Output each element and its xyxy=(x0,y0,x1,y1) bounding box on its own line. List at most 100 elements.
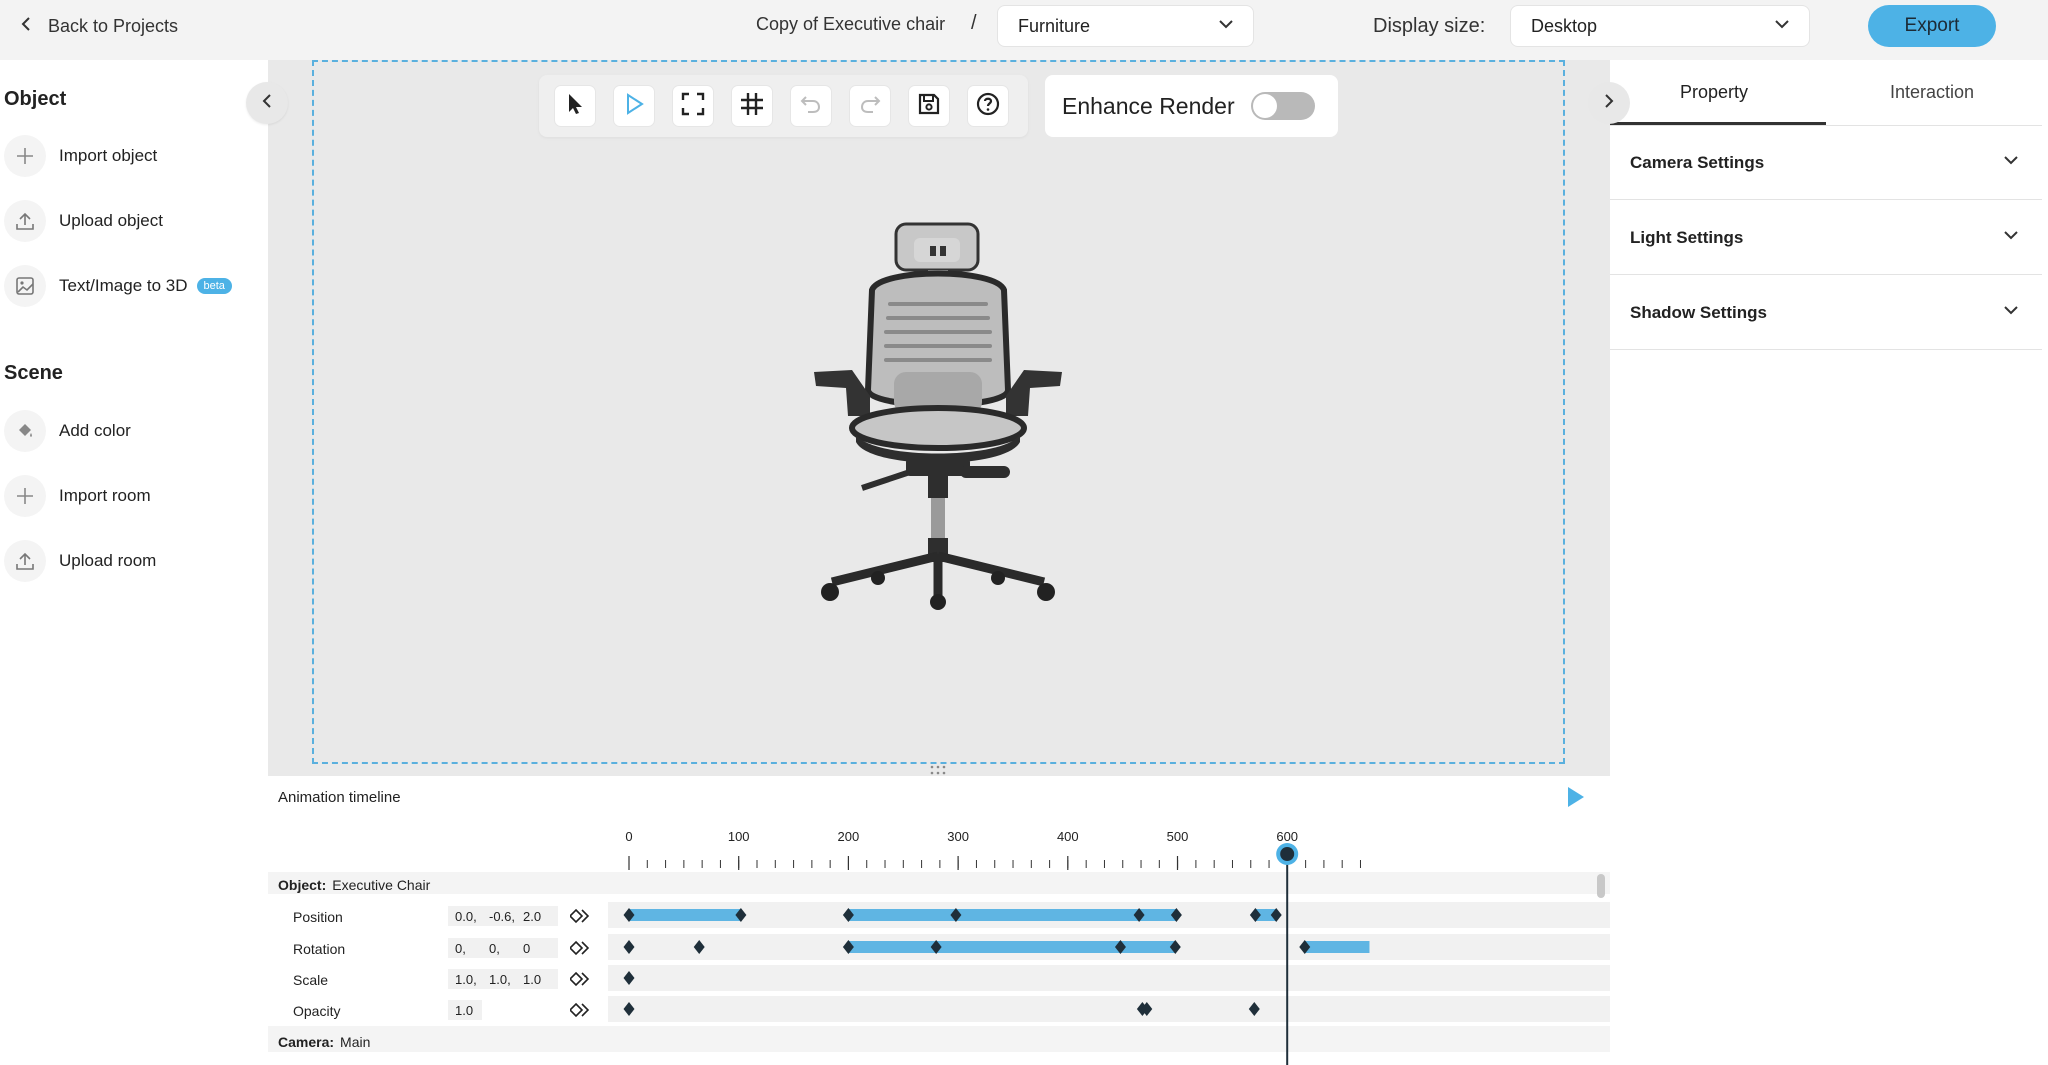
import-object-button[interactable]: Import object xyxy=(4,134,264,178)
rotation-y: 0, xyxy=(489,940,500,956)
undo-tool-button[interactable] xyxy=(790,85,832,127)
grid-icon xyxy=(739,91,765,122)
image-icon xyxy=(4,265,46,307)
opacity-keyframe-button[interactable] xyxy=(568,1002,592,1018)
scale-values[interactable]: 1.0, 1.0, 1.0 xyxy=(448,969,558,989)
ruler-tick-label: 400 xyxy=(1057,829,1079,844)
playhead-handle xyxy=(1280,847,1295,861)
ruler-tick-label: 300 xyxy=(947,829,969,844)
camera-group-label: Camera: Main xyxy=(278,1034,370,1050)
ruler-tick-label: 600 xyxy=(1276,829,1298,844)
back-label: Back to Projects xyxy=(48,15,179,36)
top-bar: Back to Projects Copy of Executive chair… xyxy=(0,0,2048,60)
fullscreen-icon xyxy=(680,91,706,122)
display-size-value: Desktop xyxy=(1531,15,1598,36)
play-tool-button[interactable] xyxy=(613,85,655,127)
select-tool-button[interactable] xyxy=(554,85,596,127)
left-sidebar: Object Import object Upload object Text/… xyxy=(0,60,268,1065)
expand-panel-button[interactable] xyxy=(1588,82,1630,124)
chair-3d-model[interactable] xyxy=(810,220,1066,610)
animation-timeline: 0 100 200 300 400 500 600 Animation timeline O… xyxy=(268,776,1610,1065)
timeline-play-button[interactable] xyxy=(1560,782,1590,812)
enhance-render-toggle[interactable] xyxy=(1250,92,1315,120)
add-color-button[interactable]: Add color xyxy=(4,409,264,453)
track-row-gap xyxy=(608,960,1610,963)
upload-object-button[interactable]: Upload object xyxy=(4,199,264,243)
chevron-down-icon xyxy=(2002,301,2020,324)
opacity-values[interactable]: 1.0 xyxy=(448,1000,482,1020)
keyframe-bar xyxy=(629,909,741,921)
category-select[interactable]: Furniture xyxy=(997,5,1254,47)
rotation-z: 0 xyxy=(523,940,531,956)
redo-tool-button[interactable] xyxy=(849,85,891,127)
tab-interaction[interactable]: Interaction xyxy=(1890,82,1974,103)
canvas-resize-handle[interactable] xyxy=(928,764,948,776)
scale-keyframe-button[interactable] xyxy=(568,971,592,987)
text-image-to-3d-button[interactable]: Text/Image to 3D beta xyxy=(4,264,264,308)
chevron-right-icon xyxy=(1601,93,1617,114)
fullscreen-tool-button[interactable] xyxy=(672,85,714,127)
scale-track-label: Scale xyxy=(293,972,329,988)
keyframe-icon xyxy=(568,971,590,987)
ruler-tick-label: 200 xyxy=(838,829,860,844)
camera-settings-section[interactable]: Camera Settings xyxy=(1610,126,2042,200)
scale-x: 1.0, xyxy=(455,971,477,987)
rotation-keyframe-button[interactable] xyxy=(568,940,592,956)
position-keyframe-button[interactable] xyxy=(568,908,592,924)
upload-object-label: Upload object xyxy=(59,211,163,230)
upload-room-label: Upload room xyxy=(59,551,157,570)
camera-group-name: Main xyxy=(340,1034,371,1050)
keyframe-bar xyxy=(848,909,1177,921)
import-room-button[interactable]: Import room xyxy=(4,474,264,518)
object-group-row xyxy=(268,872,1610,894)
paint-bucket-icon xyxy=(4,410,46,452)
tab-property[interactable]: Property xyxy=(1680,82,1748,103)
camera-settings-title: Camera Settings xyxy=(1630,152,1765,172)
chevron-down-icon xyxy=(2002,226,2020,249)
display-size-label: Display size: xyxy=(1373,15,1486,37)
shadow-settings-section[interactable]: Shadow Settings xyxy=(1610,276,2042,350)
rotation-x: 0, xyxy=(455,940,466,956)
play-icon xyxy=(1568,787,1584,807)
export-button[interactable]: Export xyxy=(1868,5,1996,47)
position-x: 0.0, xyxy=(455,908,477,924)
save-tool-button[interactable] xyxy=(908,85,950,127)
position-values[interactable]: 0.0, -0.6, 2.0 xyxy=(448,906,558,926)
plus-icon xyxy=(4,135,46,177)
collapse-sidebar-button[interactable] xyxy=(246,82,288,124)
position-z: 2.0 xyxy=(523,908,542,924)
redo-icon xyxy=(857,91,883,122)
save-icon xyxy=(916,91,942,122)
opacity-value: 1.0 xyxy=(455,1002,474,1018)
position-track-label: Position xyxy=(293,909,343,925)
back-to-projects-button[interactable]: Back to Projects xyxy=(18,12,178,40)
track-row-gap xyxy=(608,928,1610,931)
chevron-left-icon xyxy=(18,16,34,37)
keyframe-icon xyxy=(568,940,590,956)
upload-room-button[interactable]: Upload room xyxy=(4,539,264,583)
display-size-select[interactable]: Desktop xyxy=(1510,5,1810,47)
grid-tool-button[interactable] xyxy=(731,85,773,127)
active-tab-indicator xyxy=(1610,122,1826,125)
chevron-down-icon xyxy=(1773,15,1791,38)
light-settings-section[interactable]: Light Settings xyxy=(1610,201,2042,275)
beta-badge: beta xyxy=(196,278,232,294)
ruler-background xyxy=(608,819,1610,865)
scale-z: 1.0 xyxy=(523,971,542,987)
plus-icon xyxy=(4,475,46,517)
canvas-toolbar xyxy=(539,75,1028,137)
chevron-left-icon xyxy=(259,93,275,114)
help-tool-button[interactable] xyxy=(967,85,1009,127)
object-group-prefix: Object: xyxy=(278,877,327,893)
scene-section-title: Scene xyxy=(4,362,63,384)
upload-icon xyxy=(4,540,46,582)
camera-group-prefix: Camera: xyxy=(278,1034,335,1050)
category-value: Furniture xyxy=(1018,15,1091,36)
play-icon xyxy=(621,91,647,122)
track-row-gap xyxy=(608,991,1610,994)
track-row-opacity xyxy=(608,996,1610,1022)
import-object-label: Import object xyxy=(59,146,158,165)
keyframe-bar xyxy=(848,941,1176,953)
rotation-values[interactable]: 0, 0, 0 xyxy=(448,938,558,958)
help-icon xyxy=(975,91,1001,122)
